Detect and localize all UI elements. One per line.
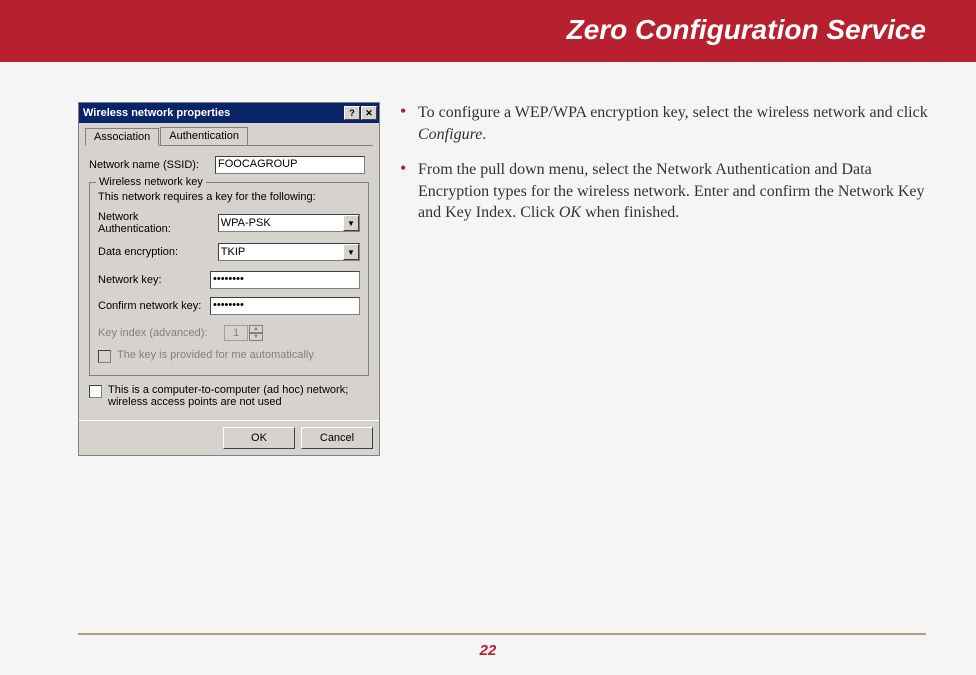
spinner-up-icon: ▲ [249, 325, 263, 333]
confirm-key-row: Confirm network key: •••••••• [98, 297, 360, 315]
auto-key-row: The key is provided for me automatically [98, 349, 360, 363]
key-index-spinner: 1 ▲ ▼ [224, 325, 263, 341]
ok-label: OK [251, 432, 267, 444]
close-button[interactable]: ✕ [361, 106, 377, 120]
dialog-buttons: OK Cancel [79, 420, 379, 455]
tab-association[interactable]: Association [85, 128, 159, 146]
network-key-label: Network key: [98, 274, 204, 286]
bullet-2: From the pull down menu, select the Netw… [400, 159, 936, 224]
footer-divider [78, 633, 926, 635]
network-key-value: •••••••• [213, 273, 244, 285]
network-key-row: Network key: •••••••• [98, 271, 360, 289]
wireless-key-legend: Wireless network key [96, 176, 206, 188]
adhoc-checkbox[interactable] [89, 385, 102, 398]
spinner-down-icon: ▼ [249, 333, 263, 341]
bullet-2-text-c: when finished. [581, 204, 679, 221]
dialog-title: Wireless network properties [83, 107, 230, 119]
dialog-body: Network name (SSID): FOOCAGROUP Wireless… [79, 146, 379, 420]
bullet-1-em: Configure [418, 126, 482, 143]
network-key-input[interactable]: •••••••• [210, 271, 360, 289]
chevron-down-icon: ▼ [343, 215, 359, 231]
ssid-input[interactable]: FOOCAGROUP [215, 156, 365, 174]
confirm-key-value: •••••••• [213, 299, 244, 311]
auth-combo[interactable]: WPA-PSK ▼ [218, 214, 360, 232]
doc-text: To configure a WEP/WPA encryption key, s… [400, 102, 936, 456]
encryption-combo[interactable]: TKIP ▼ [218, 243, 360, 261]
cancel-label: Cancel [320, 432, 354, 444]
ssid-value: FOOCAGROUP [218, 158, 297, 170]
key-index-value: 1 [224, 325, 248, 341]
wnk-note: This network requires a key for the foll… [98, 191, 360, 203]
titlebar: Wireless network properties ? ✕ [79, 103, 379, 123]
chevron-down-icon: ▼ [343, 244, 359, 260]
tab-authentication[interactable]: Authentication [160, 127, 248, 145]
titlebar-buttons: ? ✕ [344, 106, 377, 120]
encryption-row: Data encryption: TKIP ▼ [98, 243, 360, 261]
auth-label: Network Authentication: [98, 211, 212, 235]
ssid-label: Network name (SSID): [89, 159, 209, 171]
key-index-label: Key index (advanced): [98, 327, 218, 339]
bullet-1: To configure a WEP/WPA encryption key, s… [400, 102, 936, 145]
cancel-button[interactable]: Cancel [301, 427, 373, 449]
ssid-row: Network name (SSID): FOOCAGROUP [89, 156, 369, 174]
wireless-properties-dialog: Wireless network properties ? ✕ Associat… [78, 102, 380, 456]
header-bar: Zero Configuration Service [0, 0, 976, 62]
tab-label: Association [94, 131, 150, 143]
adhoc-label: This is a computer-to-computer (ad hoc) … [108, 384, 369, 408]
bullet-1-text-a: To configure a WEP/WPA encryption key, s… [418, 104, 928, 121]
bullet-2-em: OK [559, 204, 581, 221]
close-icon: ✕ [365, 108, 373, 119]
auto-key-checkbox [98, 350, 111, 363]
tab-label: Authentication [169, 130, 239, 142]
wireless-key-fieldset: Wireless network key This network requir… [89, 182, 369, 376]
adhoc-row: This is a computer-to-computer (ad hoc) … [89, 384, 369, 408]
auto-key-label: The key is provided for me automatically [117, 349, 314, 361]
encryption-label: Data encryption: [98, 246, 212, 258]
help-icon: ? [349, 108, 355, 118]
help-button[interactable]: ? [344, 106, 360, 120]
ok-button[interactable]: OK [223, 427, 295, 449]
header-title: Zero Configuration Service [567, 14, 926, 46]
auth-row: Network Authentication: WPA-PSK ▼ [98, 211, 360, 235]
key-index-row: Key index (advanced): 1 ▲ ▼ [98, 325, 360, 341]
confirm-key-input[interactable]: •••••••• [210, 297, 360, 315]
page-number: 22 [0, 642, 976, 659]
tabs: Association Authentication [85, 127, 373, 146]
encryption-value: TKIP [221, 246, 245, 258]
bullet-1-text-c: . [482, 126, 486, 143]
content-row: Wireless network properties ? ✕ Associat… [0, 62, 976, 456]
auth-value: WPA-PSK [221, 217, 271, 229]
confirm-key-label: Confirm network key: [98, 300, 204, 312]
